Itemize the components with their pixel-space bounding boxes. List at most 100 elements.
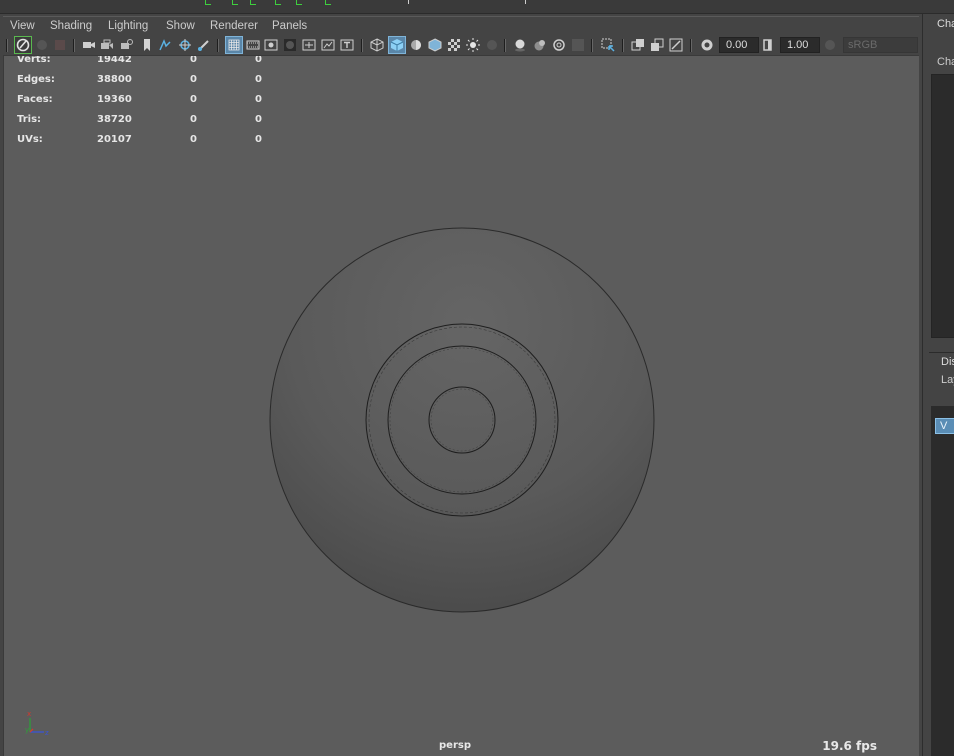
hud-faces-value: 19360: [97, 94, 132, 105]
bookmark-icon[interactable]: [140, 38, 154, 52]
safe-action-icon[interactable]: [321, 38, 335, 52]
hud-edges-value: 38800: [97, 74, 132, 85]
camera-icon[interactable]: [82, 38, 96, 52]
maya-window: View Shading Lighting Show Renderer Pane…: [0, 0, 954, 756]
hud-tris-value: 38720: [97, 114, 132, 125]
timeline-tick: [408, 0, 409, 4]
gate-mask-icon[interactable]: [283, 38, 297, 52]
channel-box-tab[interactable]: Cha: [937, 18, 954, 30]
camera-cam-icon[interactable]: [100, 38, 114, 52]
hud-verts-value: 19442: [97, 56, 132, 65]
display-tab[interactable]: Dis: [941, 356, 954, 368]
hud-edges-extra: 0: [255, 74, 262, 85]
grease-pencil-icon[interactable]: [197, 38, 211, 52]
wireframe-icon[interactable]: [370, 38, 384, 52]
hud-uvs-label: UVs:: [17, 134, 43, 145]
keyframe-marker: [275, 0, 281, 5]
gamma-field[interactable]: 1.00: [780, 37, 820, 53]
select-camera-icon[interactable]: [14, 36, 32, 54]
menu-show[interactable]: Show: [166, 20, 195, 32]
screen-space-ao-icon[interactable]: [513, 38, 527, 52]
keyframe-marker: [250, 0, 256, 5]
panel-toolbar: 0.00 1.00 sRGB gamma: [3, 34, 919, 65]
hud-edges-label: Edges:: [17, 74, 55, 85]
menu-view[interactable]: View: [10, 20, 35, 32]
menu-lighting[interactable]: Lighting: [108, 20, 148, 32]
default-material-icon[interactable]: [409, 38, 423, 52]
keyframe-marker: [325, 0, 331, 5]
toolbar-separator: [622, 39, 624, 52]
depth-of-field-icon[interactable]: [571, 38, 585, 52]
keyframe-marker: [205, 0, 211, 5]
channel-box-panel: Cha Cha Dis Lay V: [922, 14, 954, 756]
exposure-icon[interactable]: [700, 38, 714, 52]
layers-menu[interactable]: Lay: [941, 374, 954, 386]
view-transform-icon[interactable]: [823, 38, 837, 52]
camera-name-label: persp: [439, 740, 471, 751]
layer-list[interactable]: [931, 406, 954, 756]
keyframe-marker: [296, 0, 302, 5]
film-gate-icon[interactable]: [246, 38, 260, 52]
gamma-icon[interactable]: [761, 38, 775, 52]
grid-icon[interactable]: [225, 36, 243, 54]
motion-blur-icon[interactable]: [533, 38, 547, 52]
xray-joints-icon[interactable]: [669, 38, 683, 52]
isolate-select-icon[interactable]: [601, 38, 615, 52]
hud-tris-label: Tris:: [17, 114, 42, 125]
hud-uvs-extra: 0: [255, 134, 262, 145]
hud-uvs-value: 20107: [97, 134, 132, 145]
keyframe-marker: [232, 0, 238, 5]
x-axis-label: x: [27, 710, 31, 718]
y-axis-label: y: [25, 726, 29, 734]
exposure-field[interactable]: 0.00: [719, 37, 759, 53]
hud-faces-label: Faces:: [17, 94, 53, 105]
camera-attributes-icon[interactable]: [53, 38, 67, 52]
safe-title-icon[interactable]: [340, 38, 354, 52]
time-slider-strip[interactable]: [0, 0, 954, 14]
hud-tris-selected: 0: [190, 114, 197, 125]
3d-viewport[interactable]: Verts: 19442 0 0 Edges: 38800 0 0 Faces:…: [3, 56, 919, 756]
toolbar-separator: [361, 39, 363, 52]
camera-aim-icon[interactable]: [120, 38, 134, 52]
channel-list[interactable]: [931, 74, 954, 338]
toolbar-separator: [6, 39, 8, 52]
panel-menubar: View Shading Lighting Show Renderer Pane…: [3, 16, 919, 34]
hud-verts-label: Verts:: [17, 56, 51, 65]
menu-panels[interactable]: Panels: [272, 20, 307, 32]
lock-camera-icon[interactable]: [35, 38, 49, 52]
z-axis-label: z: [45, 729, 49, 737]
image-plane-icon[interactable]: [158, 38, 172, 52]
hud-faces-extra: 0: [255, 94, 262, 105]
panel-divider: [929, 352, 954, 353]
anti-aliasing-icon[interactable]: [552, 38, 566, 52]
viewport-panel: View Shading Lighting Show Renderer Pane…: [0, 14, 922, 756]
color-space-dropdown[interactable]: sRGB gamma: [843, 37, 918, 65]
menu-shading[interactable]: Shading: [50, 20, 92, 32]
fps-label: 19.6 fps: [822, 739, 877, 753]
wireframe-on-shaded-icon[interactable]: [428, 38, 442, 52]
menu-renderer[interactable]: Renderer: [210, 20, 258, 32]
toolbar-separator: [690, 39, 692, 52]
textured-icon[interactable]: [447, 38, 461, 52]
channels-label[interactable]: Cha: [937, 56, 954, 68]
field-chart-icon[interactable]: [302, 38, 316, 52]
toolbar-separator: [73, 39, 75, 52]
smooth-shade-icon[interactable]: [388, 36, 406, 54]
timeline-tick: [525, 0, 526, 4]
toolbar-separator: [504, 39, 506, 52]
hud-faces-selected: 0: [190, 94, 197, 105]
axis-gizmo: x y z: [25, 710, 49, 737]
shadows-icon[interactable]: [485, 38, 499, 52]
toolbar-separator: [591, 39, 593, 52]
use-all-lights-icon[interactable]: [466, 38, 480, 52]
sphere-mesh[interactable]: [266, 224, 658, 616]
hud-uvs-selected: 0: [190, 134, 197, 145]
hud-verts-extra: 0: [255, 56, 262, 65]
xray-active-components-icon[interactable]: [650, 38, 664, 52]
2d-pan-zoom-icon[interactable]: [178, 38, 192, 52]
hud-tris-extra: 0: [255, 114, 262, 125]
hud-edges-selected: 0: [190, 74, 197, 85]
xray-icon[interactable]: [631, 38, 645, 52]
layer-visibility-button[interactable]: V: [935, 418, 954, 434]
resolution-gate-icon[interactable]: [264, 38, 278, 52]
